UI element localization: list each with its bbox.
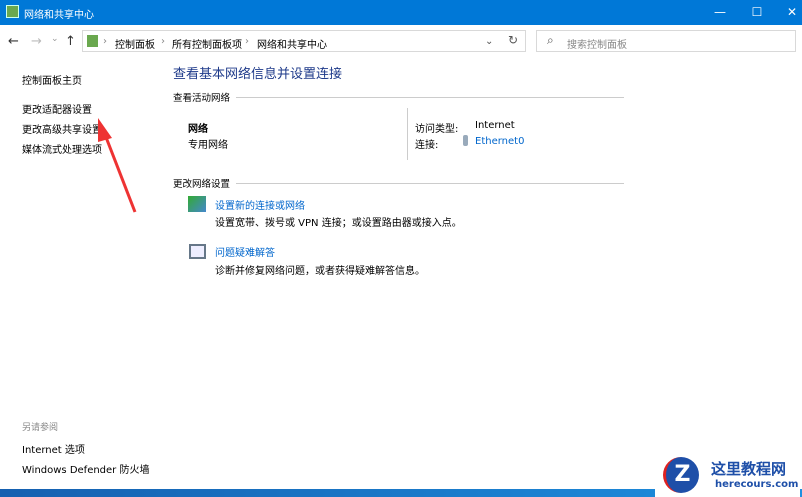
watermark-logo: Z 这里教程网 herecours.com	[655, 455, 800, 497]
watermark-name: 这里教程网	[711, 460, 787, 478]
red-arrow-annotation	[98, 118, 137, 213]
watermark-url: herecours.com	[715, 479, 799, 490]
